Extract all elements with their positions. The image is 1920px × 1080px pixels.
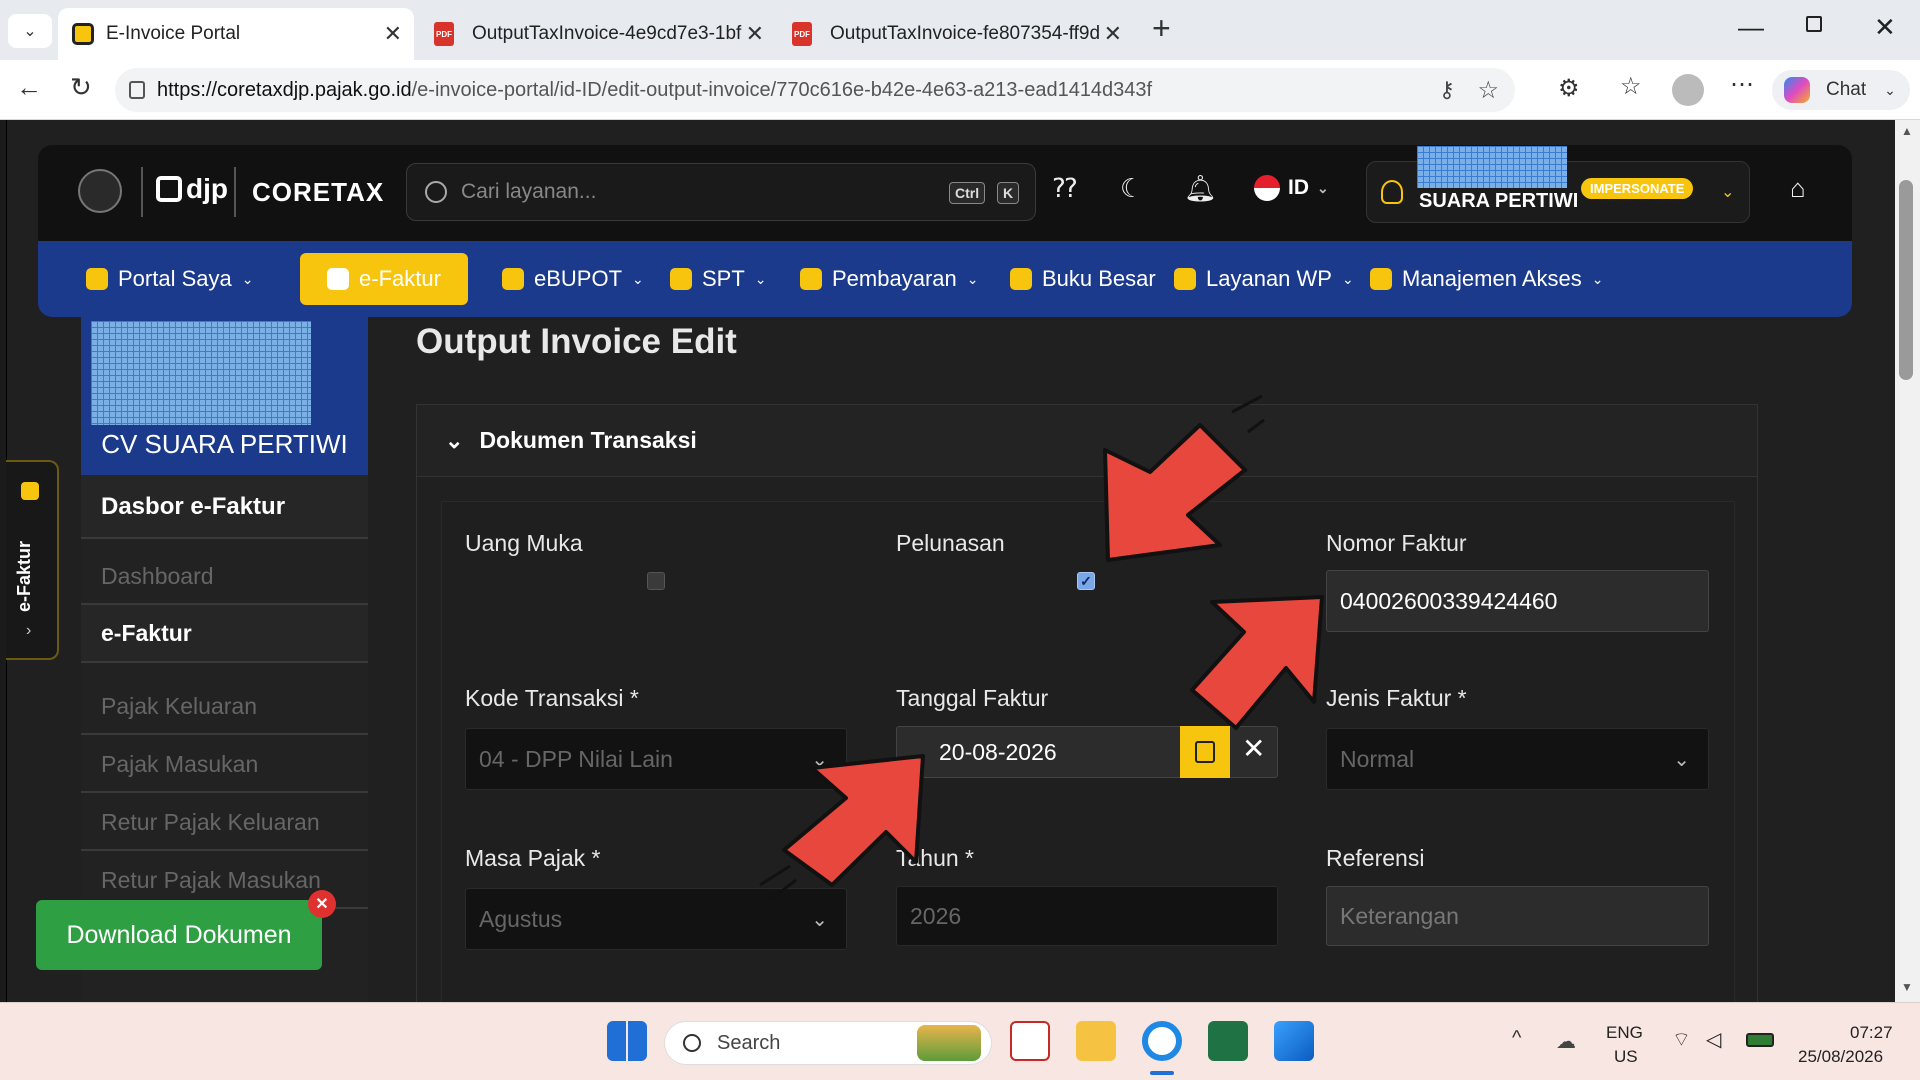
search-icon xyxy=(683,1034,701,1052)
arrow-to-tanggal-faktur xyxy=(782,754,925,887)
arrow-to-nomor-faktur xyxy=(1190,595,1324,730)
volume-icon[interactable]: ◁ xyxy=(1706,1027,1721,1052)
taskbar-search[interactable]: Search xyxy=(664,1021,992,1065)
active-app-indicator xyxy=(1150,1071,1174,1075)
chevron-up-icon[interactable]: ^ xyxy=(1512,1027,1521,1050)
excel-icon[interactable] xyxy=(1208,1021,1248,1061)
speed-lines xyxy=(759,864,797,902)
wifi-icon[interactable]: ⌔ xyxy=(1672,1027,1691,1052)
windows-taskbar: Search ^ ☁ ENG US ⌔ ◁ 07:27 25/08/2026 xyxy=(0,1002,1920,1080)
language-top[interactable]: ENG xyxy=(1606,1023,1643,1043)
photos-icon[interactable] xyxy=(1274,1021,1314,1061)
cloud-icon[interactable]: ☁ xyxy=(1556,1029,1576,1054)
clock-time[interactable]: 07:27 xyxy=(1850,1023,1893,1043)
battery-icon[interactable] xyxy=(1746,1033,1774,1047)
file-explorer-icon[interactable] xyxy=(1076,1021,1116,1061)
coretax-app-icon[interactable] xyxy=(1010,1021,1050,1061)
search-highlight-image xyxy=(917,1025,981,1061)
close-download-icon[interactable]: ✕ xyxy=(308,890,336,918)
arrow-to-pelunasan xyxy=(1103,423,1247,562)
speed-lines xyxy=(1231,394,1265,434)
clock-date[interactable]: 25/08/2026 xyxy=(1798,1047,1883,1067)
language-bottom[interactable]: US xyxy=(1614,1047,1638,1067)
edge-browser-icon[interactable] xyxy=(1142,1021,1182,1061)
taskbar-search-label: Search xyxy=(717,1031,781,1054)
download-document-button[interactable]: Download Dokumen xyxy=(36,900,322,970)
windows-start-icon[interactable] xyxy=(607,1021,647,1061)
